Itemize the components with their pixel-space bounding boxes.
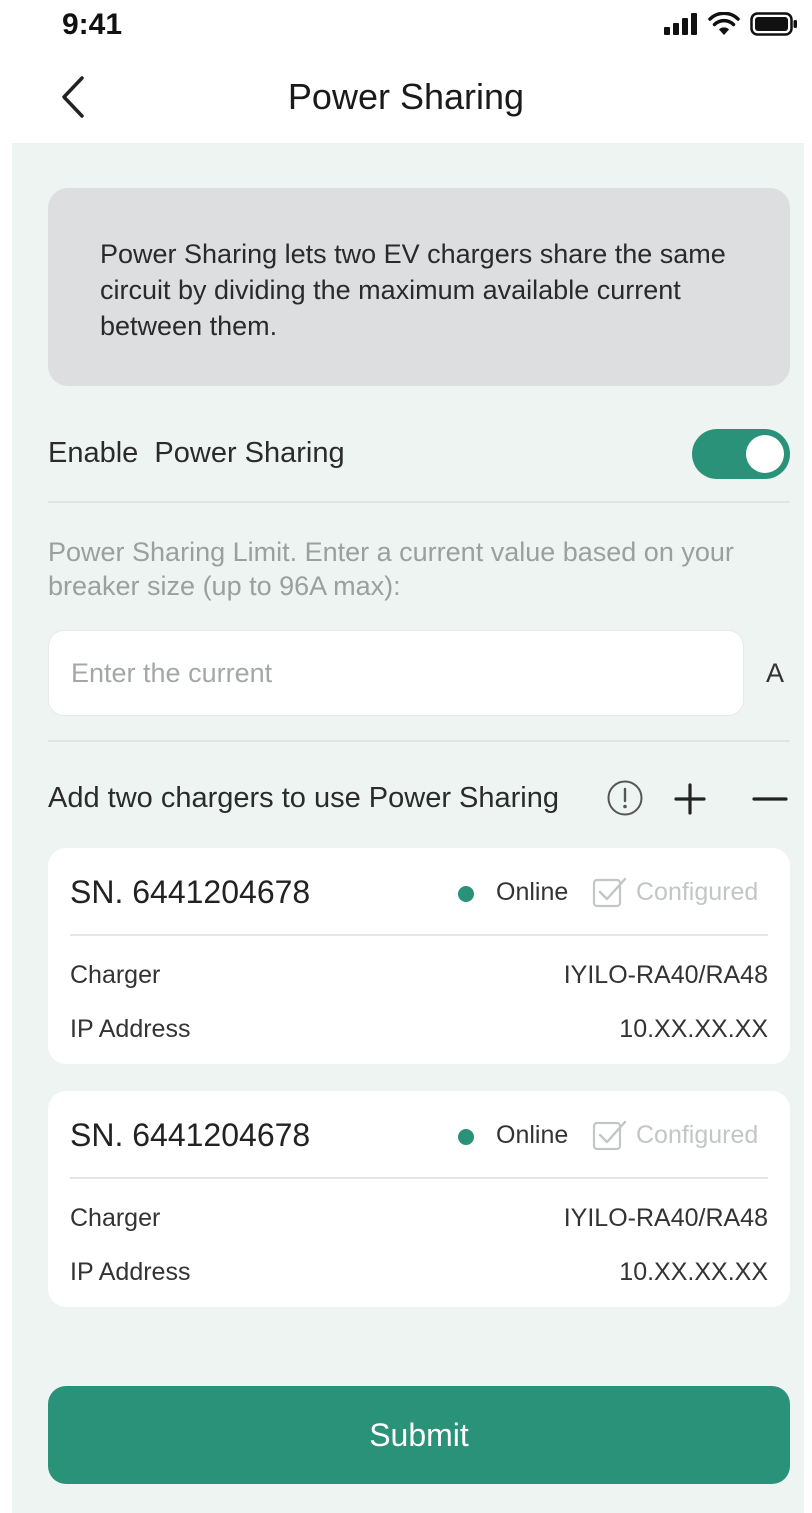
charger-card-header: SN. 6441204678 Online Configured	[70, 848, 768, 936]
content-area: Power Sharing lets two EV chargers share…	[12, 143, 804, 1513]
charger-serial-number: SN. 6441204678	[70, 874, 311, 910]
info-icon[interactable]	[606, 779, 644, 817]
charger-serial-number: SN. 6441204678	[70, 1117, 311, 1153]
online-status-label: Online	[496, 1121, 569, 1149]
charger-model-value: IYILO-RA40/RA48	[563, 961, 768, 989]
wifi-icon	[708, 12, 740, 35]
current-unit-label: A	[766, 658, 785, 688]
info-description: Power Sharing lets two EV chargers share…	[100, 239, 726, 341]
current-input[interactable]	[49, 631, 743, 715]
toggle-knob	[746, 435, 784, 473]
battery-icon	[750, 12, 797, 36]
enable-label: Enable Power Sharing	[48, 437, 345, 469]
enable-power-sharing-toggle[interactable]	[692, 429, 790, 479]
ip-address-label: IP Address	[70, 1258, 191, 1286]
ip-address-label: IP Address	[70, 1015, 191, 1043]
charger-card-header: SN. 6441204678 Online Configured	[70, 1091, 768, 1179]
status-icons	[664, 12, 798, 36]
submit-button[interactable]: Submit	[48, 1386, 790, 1484]
info-box: Power Sharing lets two EV chargers share…	[48, 188, 790, 386]
configured-label: Configured	[636, 878, 759, 906]
add-chargers-row: Add two chargers to use Power Sharing	[48, 777, 790, 821]
status-time: 9:41	[62, 8, 123, 41]
plus-icon[interactable]	[668, 777, 712, 821]
charger-model-label: Charger	[70, 1204, 161, 1232]
ip-address-value: 10.XX.XX.XX	[619, 1258, 768, 1286]
nav-bar: Power Sharing	[0, 56, 812, 142]
divider	[48, 740, 790, 742]
enable-row: Enable Power Sharing	[48, 429, 790, 479]
online-status-dot	[458, 1129, 474, 1145]
configured-label: Configured	[636, 1121, 759, 1149]
current-input-box	[48, 630, 744, 716]
add-chargers-label: Add two chargers to use Power Sharing	[48, 782, 559, 814]
page-title: Power Sharing	[287, 76, 525, 117]
limit-description: Power Sharing Limit. Enter a current val…	[48, 537, 734, 601]
ip-address-value: 10.XX.XX.XX	[619, 1015, 768, 1043]
status-bar: 9:41	[0, 0, 812, 56]
charger-card[interactable]: SN. 6441204678 Online Configured Charger…	[48, 1091, 790, 1307]
online-status-dot	[458, 886, 474, 902]
minus-icon[interactable]	[746, 777, 790, 821]
charger-model-value: IYILO-RA40/RA48	[563, 1204, 768, 1232]
charger-card[interactable]: SN. 6441204678 Online Configured Charger…	[48, 848, 790, 1064]
configured-check-icon	[592, 1120, 627, 1151]
online-status-label: Online	[496, 878, 569, 906]
configured-check-icon	[592, 877, 627, 908]
signal-icon	[664, 13, 697, 35]
divider	[48, 501, 790, 503]
charger-model-label: Charger	[70, 961, 161, 989]
